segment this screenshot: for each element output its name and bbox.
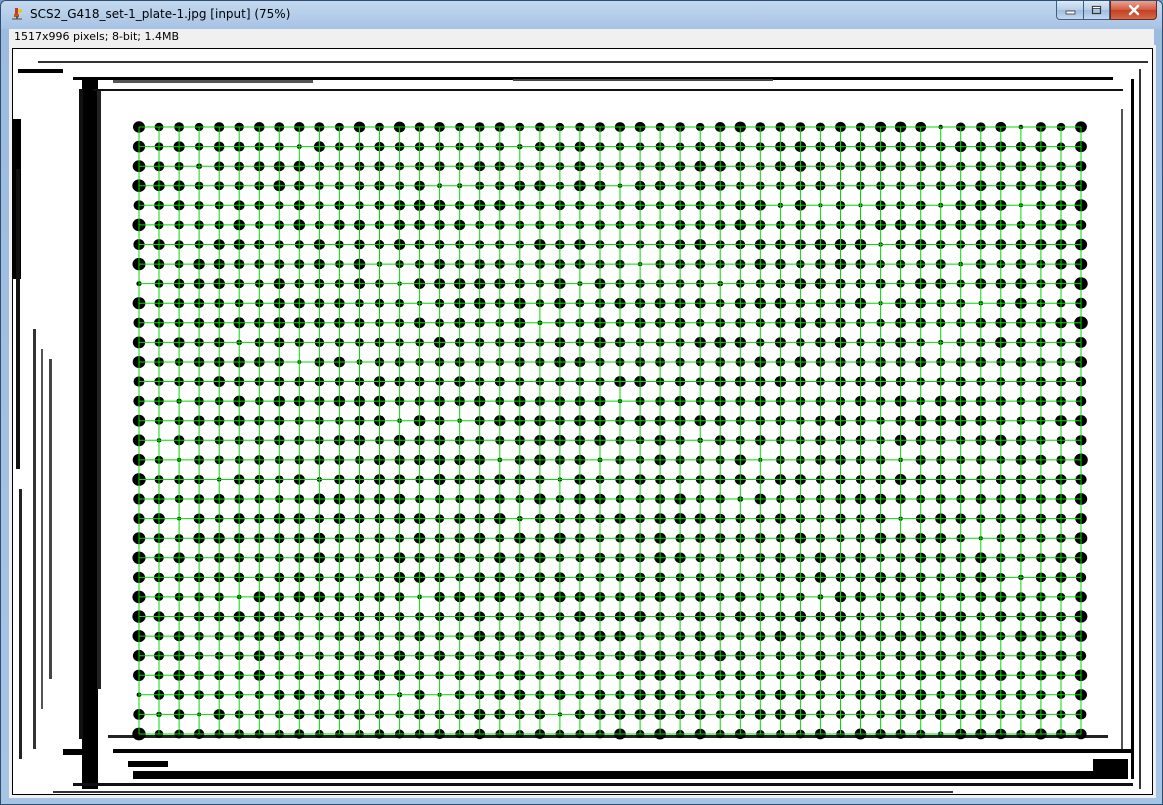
title-bar[interactable]: SCS2_G418_set-1_plate-1.jpg [input] (75%… (1, 1, 1162, 29)
window-title: SCS2_G418_set-1_plate-1.jpg [input] (75%… (30, 7, 291, 21)
close-button[interactable] (1110, 1, 1157, 20)
imagej-microscope-icon (12, 8, 22, 20)
caption-buttons (1056, 1, 1157, 21)
image-canvas[interactable] (12, 48, 1153, 795)
maximize-icon (1091, 5, 1102, 15)
minimize-button[interactable] (1056, 1, 1083, 20)
canvas-frame (9, 45, 1156, 798)
image-info-text: 1517x996 pixels; 8-bit; 1.4MB (14, 30, 180, 43)
image-info-bar: 1517x996 pixels; 8-bit; 1.4MB (9, 29, 1154, 45)
minimize-icon (1065, 10, 1075, 15)
close-icon (1128, 4, 1139, 16)
colony-layer (132, 121, 1088, 741)
grid-overlay (138, 126, 1082, 735)
image-window: SCS2_G418_set-1_plate-1.jpg [input] (75%… (0, 0, 1163, 805)
plate-image (13, 61, 1148, 793)
maximize-button[interactable] (1083, 1, 1110, 20)
